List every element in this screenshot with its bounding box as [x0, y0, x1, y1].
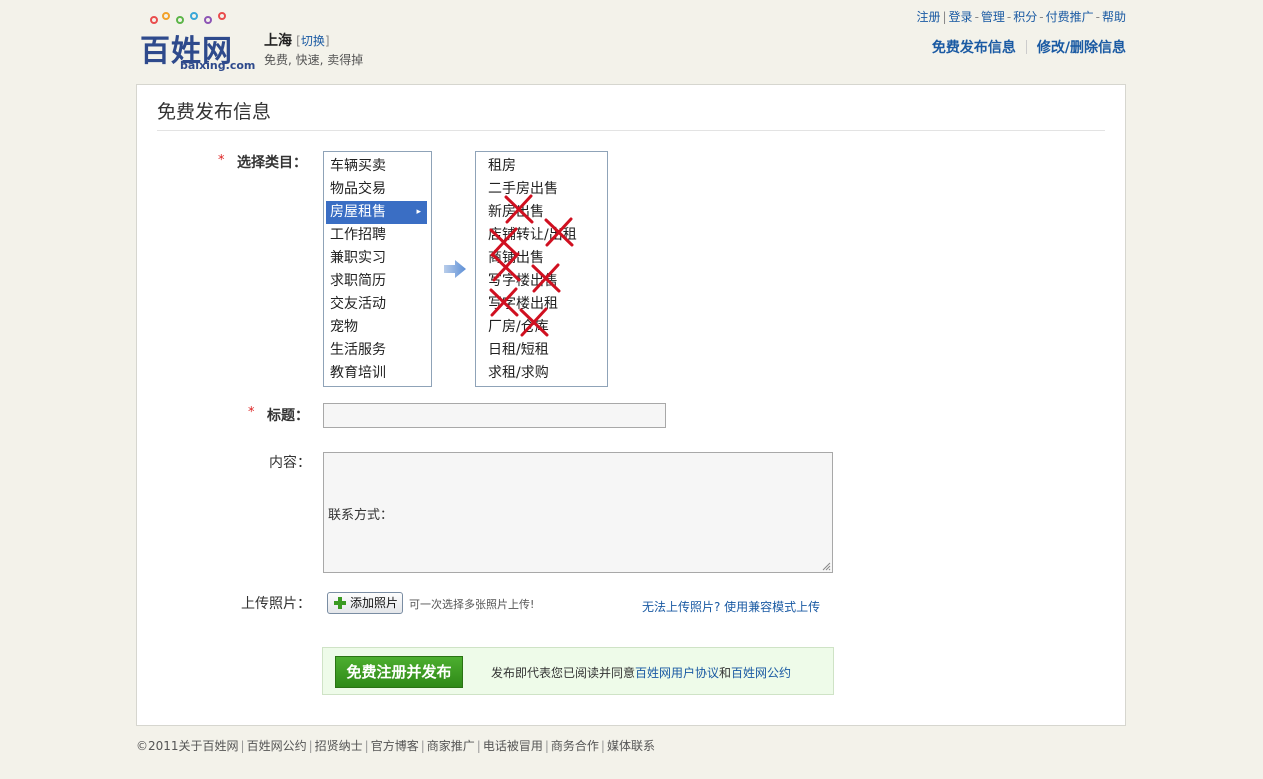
city-selector: 上海 [切换]: [264, 33, 330, 49]
category-item[interactable]: 物品交易: [324, 178, 431, 201]
agreement-text: 发布即代表您已阅读并同意百姓网用户协议和百姓网公约: [491, 664, 791, 681]
top-nav: 注册 | 登录 - 管理 - 积分 - 付费推广 - 帮助: [916, 10, 1126, 24]
category-item[interactable]: 车辆买卖: [324, 155, 431, 178]
subcategory-list[interactable]: 租房 二手房出售 新房出售 店铺转让/出租 商铺出售 写字楼出售 写字楼出租 厂…: [475, 151, 608, 387]
subcategory-item[interactable]: 商铺出售: [476, 247, 607, 270]
agreement-and: 和: [719, 666, 732, 680]
switch-city-link[interactable]: 切换: [301, 34, 325, 48]
manage-link[interactable]: 管理: [981, 10, 1005, 24]
chevron-right-icon: ▸: [416, 207, 421, 217]
site-convention-link[interactable]: 百姓网公约: [731, 666, 791, 680]
add-photo-label: 添加照片: [350, 596, 399, 610]
footer: ©2011关于百姓网 | 百姓网公约 | 招贤纳士 | 官方博客 | 商家推广 | 电话被冒用 | 商务…: [136, 739, 655, 753]
main-nav: 免费发布信息 修改/删除信息: [932, 37, 1126, 57]
compat-upload-link[interactable]: 无法上传照片? 使用兼容模式上传: [642, 598, 820, 615]
category-item[interactable]: 生活服务: [324, 339, 431, 362]
subcategory-item[interactable]: 租房: [476, 155, 607, 178]
copyright[interactable]: ©2011关于百姓网: [136, 739, 239, 753]
subcategory-item[interactable]: 求租/求购: [476, 362, 607, 385]
site-logo[interactable]: 百姓网 baixing.com: [140, 12, 256, 72]
category-item-selected[interactable]: 房屋租售 ▸: [326, 201, 427, 224]
photo-hint: 可一次选择多张照片上传!: [409, 598, 535, 611]
subcategory-item[interactable]: 店铺转让/出租: [476, 224, 607, 247]
category-item[interactable]: 交友活动: [324, 293, 431, 316]
subcategory-item[interactable]: 二手房出售: [476, 178, 607, 201]
content-label: 内容：: [269, 455, 311, 471]
submit-area: 免费注册并发布 发布即代表您已阅读并同意百姓网用户协议和百姓网公约: [322, 647, 834, 695]
category-list[interactable]: 车辆买卖 物品交易 房屋租售 ▸ 工作招聘 兼职实习 求职简历 交友活动 宠物 生…: [323, 151, 432, 387]
footer-link[interactable]: 电话被冒用: [483, 739, 543, 753]
title-divider: [157, 130, 1105, 131]
subcategory-item[interactable]: 日租/短租: [476, 339, 607, 362]
arrow-right-icon: [444, 260, 466, 278]
category-item[interactable]: 宠物: [324, 316, 431, 339]
agreement-prefix: 发布即代表您已阅读并同意: [491, 666, 636, 680]
footer-link[interactable]: 招贤纳士: [315, 739, 363, 753]
points-link[interactable]: 积分: [1013, 10, 1037, 24]
category-item[interactable]: 兼职实习: [324, 247, 431, 270]
register-link[interactable]: 注册: [916, 10, 940, 24]
content-text: 联系方式：: [328, 508, 394, 523]
resize-grip-icon[interactable]: [822, 562, 831, 571]
required-marker: *: [248, 405, 255, 420]
required-marker: *: [218, 153, 225, 168]
logo-dots: [150, 12, 240, 26]
category-item[interactable]: 教育培训: [324, 362, 431, 385]
subcategory-item[interactable]: 写字楼出租: [476, 293, 607, 316]
title-label: 标题：: [267, 408, 309, 424]
subcategory-item[interactable]: 写字楼出售: [476, 270, 607, 293]
content-textarea[interactable]: 联系方式：: [323, 452, 833, 573]
category-label: 选择类目：: [237, 155, 307, 171]
login-link[interactable]: 登录: [949, 10, 973, 24]
post-free-link[interactable]: 免费发布信息: [932, 40, 1016, 56]
user-agreement-link[interactable]: 百姓网用户协议: [635, 666, 719, 680]
logo-domain: baixing.com: [180, 59, 256, 72]
footer-link[interactable]: 官方博客: [371, 739, 419, 753]
subcategory-item[interactable]: 厂房/仓库: [476, 316, 607, 339]
category-item-label: 房屋租售: [330, 204, 386, 220]
add-photo-button[interactable]: 添加照片: [327, 592, 403, 614]
footer-link[interactable]: 商家推广: [427, 739, 475, 753]
title-input[interactable]: [323, 403, 666, 428]
subcategory-item[interactable]: 新房出售: [476, 201, 607, 224]
footer-link[interactable]: 媒体联系: [607, 739, 655, 753]
edit-delete-link[interactable]: 修改/删除信息: [1037, 40, 1126, 56]
post-form-panel: 免费发布信息 * 选择类目： 车辆买卖 物品交易 房屋租售 ▸ 工作招聘 兼职实习…: [136, 84, 1126, 726]
register-and-post-button[interactable]: 免费注册并发布: [335, 656, 463, 688]
footer-link[interactable]: 商务合作: [551, 739, 599, 753]
footer-link[interactable]: 百姓网公约: [247, 739, 307, 753]
page-title: 免费发布信息: [157, 101, 272, 123]
city-name: 上海: [264, 33, 292, 49]
plus-icon: [334, 597, 346, 609]
paid-promo-link[interactable]: 付费推广: [1046, 10, 1094, 24]
photo-label: 上传照片：: [241, 596, 311, 612]
category-item[interactable]: 求职简历: [324, 270, 431, 293]
help-link[interactable]: 帮助: [1102, 10, 1126, 24]
slogan: 免费, 快速, 卖得掉: [264, 53, 364, 67]
category-item[interactable]: 工作招聘: [324, 224, 431, 247]
